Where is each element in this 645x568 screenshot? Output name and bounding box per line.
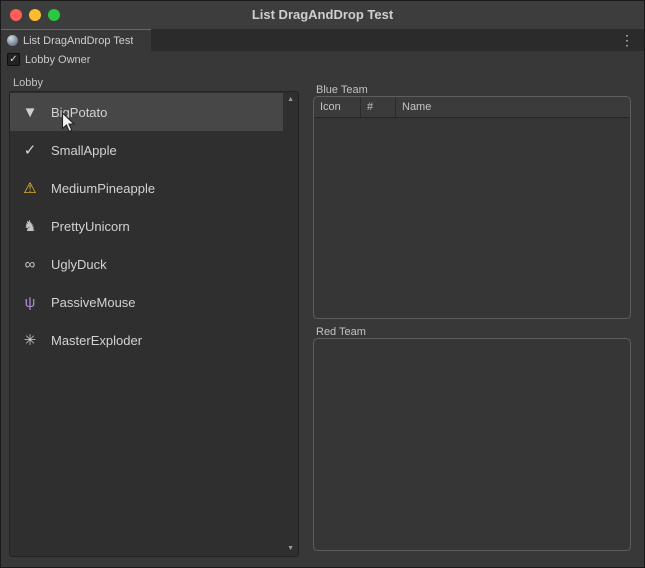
scroll-up-icon[interactable]: ▲ xyxy=(287,96,294,103)
list-item[interactable]: ✳ MasterExploder xyxy=(10,321,283,359)
tab-bar: List DragAndDrop Test ⋮ xyxy=(1,29,644,51)
unicorn-icon: ♞ xyxy=(20,219,40,234)
checkbox[interactable]: ✓ xyxy=(7,53,20,66)
list-item-label: MediumPineapple xyxy=(51,181,155,196)
window: List DragAndDrop Test List DragAndDrop T… xyxy=(0,0,645,568)
red-team-list[interactable] xyxy=(313,338,631,551)
scrollbar[interactable]: ▲ ▼ xyxy=(283,92,298,556)
lobby-owner-toggle[interactable]: ✓ Lobby Owner xyxy=(7,53,90,66)
list-item[interactable]: ψ PassiveMouse xyxy=(10,283,283,321)
duck-icon: ∞ xyxy=(20,257,40,272)
blue-team-label: Blue Team xyxy=(316,84,368,96)
window-title: List DragAndDrop Test xyxy=(1,1,644,29)
tab-icon xyxy=(7,35,18,46)
close-button[interactable] xyxy=(10,9,22,21)
list-item-label: MasterExploder xyxy=(51,333,142,348)
list-item[interactable]: ▼ BigPotato xyxy=(10,93,283,131)
exploder-icon: ✳ xyxy=(20,333,40,348)
mouse-icon: ψ xyxy=(20,295,40,310)
column-header-icon: Icon xyxy=(314,97,361,117)
list-item-label: SmallApple xyxy=(51,143,117,158)
blue-team-list[interactable]: Icon # Name xyxy=(313,96,631,319)
list-item-label: PrettyUnicorn xyxy=(51,219,130,234)
list-item[interactable]: ∞ UglyDuck xyxy=(10,245,283,283)
tab-label: List DragAndDrop Test xyxy=(23,35,133,47)
column-header-number: # xyxy=(361,97,396,117)
tab-list-draganddrop[interactable]: List DragAndDrop Test xyxy=(1,29,151,51)
blue-team-header: Icon # Name xyxy=(314,97,630,118)
lobby-rows: ▼ BigPotato ✓ SmallApple ⚠ MediumPineapp… xyxy=(10,93,283,359)
list-item-label: PassiveMouse xyxy=(51,295,136,310)
zoom-button[interactable] xyxy=(48,9,60,21)
red-team-label: Red Team xyxy=(316,326,366,338)
list-item-label: UglyDuck xyxy=(51,257,107,272)
column-header-name: Name xyxy=(396,97,630,117)
check-icon: ✓ xyxy=(9,55,17,65)
scroll-down-icon[interactable]: ▼ xyxy=(287,545,294,552)
list-item-label: BigPotato xyxy=(51,105,107,120)
list-item[interactable]: ✓ SmallApple xyxy=(10,131,283,169)
dropdown-icon: ▼ xyxy=(20,105,40,120)
list-item[interactable]: ♞ PrettyUnicorn xyxy=(10,207,283,245)
lobby-label: Lobby xyxy=(13,77,43,89)
warning-icon: ⚠ xyxy=(20,181,40,196)
titlebar: List DragAndDrop Test xyxy=(1,1,644,30)
lobby-list: ▼ BigPotato ✓ SmallApple ⚠ MediumPineapp… xyxy=(9,91,299,557)
checkbox-label: Lobby Owner xyxy=(25,54,90,66)
check-icon: ✓ xyxy=(20,143,40,158)
minimize-button[interactable] xyxy=(29,9,41,21)
list-item[interactable]: ⚠ MediumPineapple xyxy=(10,169,283,207)
kebab-menu-icon[interactable]: ⋮ xyxy=(620,29,634,51)
